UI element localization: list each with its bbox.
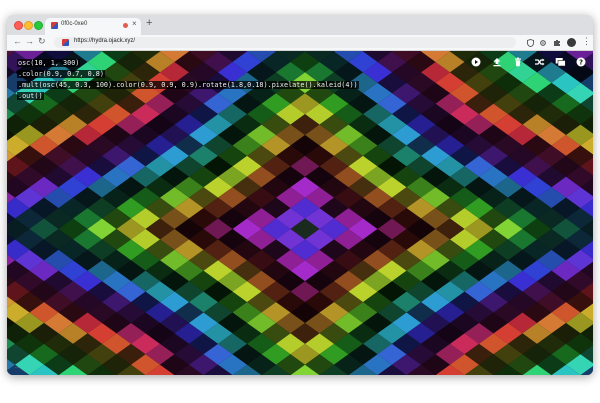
svg-text:?: ? [579, 59, 583, 67]
reload-icon[interactable]: ↻ [38, 36, 46, 47]
minimize-window-button[interactable] [24, 21, 33, 30]
forward-arrow-icon[interactable]: → [25, 36, 34, 46]
help-icon[interactable]: ? [574, 55, 588, 69]
puzzle-extension-icon[interactable] [552, 38, 561, 47]
canvas-corner-label: ··· [15, 365, 19, 370]
code-line[interactable]: .mult(osc(45, 0.3, 100).color(0.9, 0.9, … [17, 80, 359, 91]
new-tab-button[interactable]: + [146, 17, 152, 29]
browser-tab[interactable]: 0f0c-0xe0 × [45, 18, 141, 35]
menu-dots-icon[interactable]: ⋮ [582, 36, 591, 47]
browser-window: 0f0c-0xe0 × + ← → ↻ https://hydra.ojack.… [7, 15, 593, 375]
address-bar[interactable]: https://hydra.ojack.xyz/ [54, 37, 516, 48]
gallery-icon[interactable] [553, 55, 567, 69]
settings-extension-icon[interactable] [538, 38, 547, 47]
tab-strip: 0f0c-0xe0 × + [7, 15, 593, 35]
code-line[interactable]: .out() [17, 91, 359, 102]
code-line[interactable]: .color(0.9, 0.7, 0.8) [17, 69, 359, 80]
shuffle-icon[interactable] [532, 55, 546, 69]
zoom-window-button[interactable] [34, 21, 43, 30]
code-editor[interactable]: osc(10, 1, 300) .color(0.9, 0.7, 0.8) .m… [17, 58, 359, 102]
tab-title: 0f0c-0xe0 [61, 21, 88, 27]
code-line[interactable]: osc(10, 1, 300) [17, 58, 359, 69]
run-icon[interactable] [469, 55, 483, 69]
close-window-button[interactable] [14, 21, 23, 30]
tab-close-icon[interactable]: × [132, 19, 137, 28]
upload-icon[interactable] [490, 55, 504, 69]
back-arrow-icon[interactable]: ← [13, 36, 22, 46]
hydra-canvas-area[interactable]: osc(10, 1, 300) .color(0.9, 0.7, 0.8) .m… [7, 51, 593, 375]
shield-extension-icon[interactable] [526, 38, 535, 47]
trash-icon[interactable] [511, 55, 525, 69]
profile-avatar[interactable] [567, 38, 576, 47]
tab-audio-icon[interactable] [123, 23, 128, 28]
hydra-toolbar: ? [469, 55, 588, 69]
url-text[interactable]: https://hydra.ojack.xyz/ [74, 38, 135, 44]
browser-toolbar: ← → ↻ https://hydra.ojack.xyz/ ⋮ [7, 35, 593, 51]
hydra-favicon-icon [51, 22, 58, 29]
site-favicon-icon [62, 39, 69, 46]
